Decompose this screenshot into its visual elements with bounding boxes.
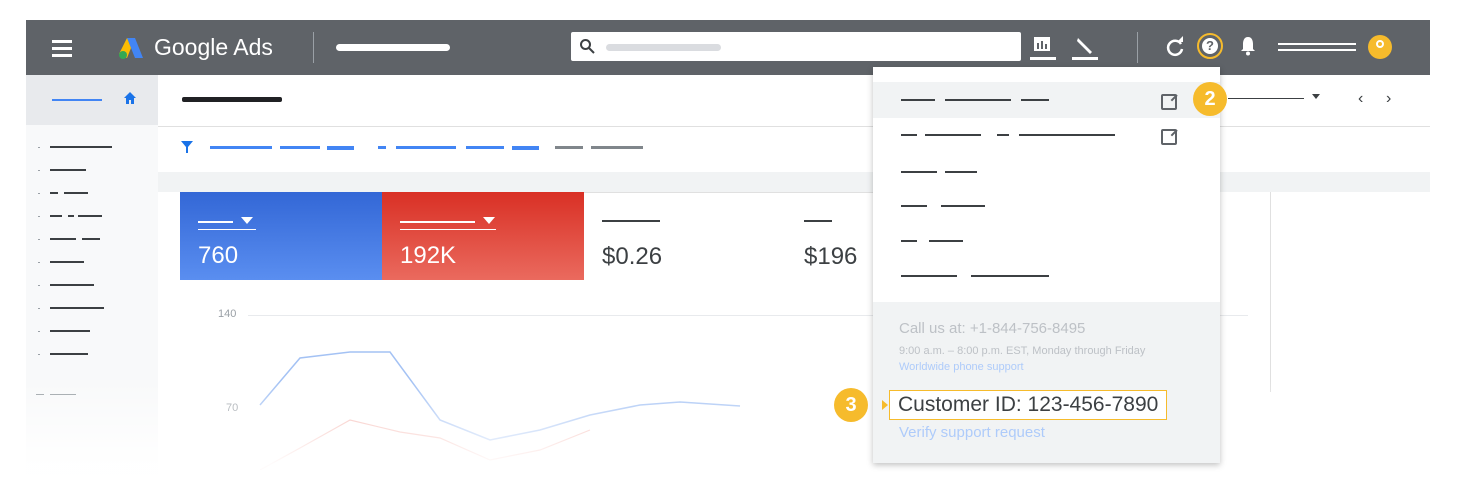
chevron-down-icon[interactable] bbox=[241, 217, 253, 224]
sidebar-overview-item[interactable] bbox=[26, 75, 158, 125]
date-range-selector[interactable] bbox=[1234, 98, 1304, 99]
header-divider bbox=[158, 126, 1430, 127]
filter-chip[interactable] bbox=[396, 146, 456, 149]
trend-line bbox=[259, 351, 741, 470]
metric-card-clicks[interactable]: 760 bbox=[180, 192, 382, 280]
account-avatar[interactable] bbox=[1368, 35, 1392, 59]
help-icon[interactable]: ? bbox=[1197, 33, 1223, 59]
help-menu-item[interactable] bbox=[873, 263, 1220, 299]
search-icon bbox=[580, 39, 595, 54]
open-in-new-icon bbox=[1161, 94, 1177, 110]
metric-value: $196 bbox=[804, 243, 858, 270]
worldwide-support-link[interactable]: Worldwide phone support bbox=[899, 361, 1024, 373]
page-title bbox=[182, 97, 282, 102]
brand-title: Google Ads bbox=[154, 34, 273, 60]
metric-value: 192K bbox=[400, 242, 457, 269]
refresh-icon[interactable] bbox=[1164, 36, 1186, 58]
chevron-down-icon[interactable] bbox=[1312, 94, 1320, 99]
callout-badge-customer-id: 3 bbox=[834, 388, 868, 422]
filter-chip[interactable] bbox=[512, 146, 539, 150]
account-email bbox=[1278, 43, 1356, 45]
prev-period-icon[interactable]: ‹ bbox=[1358, 90, 1363, 108]
sidebar-nav-list[interactable] bbox=[26, 130, 158, 410]
chevron-down-icon[interactable] bbox=[483, 217, 495, 224]
metric-card-avg-cpc[interactable]: $0.26 bbox=[584, 192, 786, 281]
notifications-icon[interactable] bbox=[1240, 36, 1256, 56]
call-us-text: Call us at: +1-844-756-8495 bbox=[899, 320, 1086, 337]
metric-value: 760 bbox=[198, 242, 239, 269]
reports-icon[interactable] bbox=[1030, 34, 1056, 61]
metric-value: $0.26 bbox=[602, 243, 663, 270]
search-placeholder bbox=[606, 44, 721, 51]
y-tick-140: 140 bbox=[218, 308, 237, 320]
support-hours-text: 9:00 a.m. – 8:00 p.m. EST, Monday throug… bbox=[899, 345, 1146, 357]
home-icon bbox=[124, 92, 136, 104]
metric-card-impressions[interactable]: 192K bbox=[382, 192, 584, 280]
help-menu-item[interactable] bbox=[873, 119, 1220, 155]
next-period-icon[interactable]: › bbox=[1386, 90, 1391, 108]
y-tick-70: 70 bbox=[226, 402, 239, 414]
google-ads-logo bbox=[119, 38, 143, 59]
filter-chip[interactable] bbox=[555, 146, 583, 149]
help-menu-item[interactable] bbox=[873, 155, 1220, 191]
filter-chip[interactable] bbox=[210, 146, 272, 149]
filter-chip[interactable] bbox=[327, 146, 354, 150]
filter-chip[interactable] bbox=[466, 146, 504, 149]
search-input[interactable] bbox=[571, 32, 1021, 61]
verify-support-link[interactable]: Verify support request bbox=[899, 424, 1045, 441]
filter-chip[interactable] bbox=[280, 146, 320, 149]
divider bbox=[313, 32, 314, 63]
help-menu-item[interactable] bbox=[873, 227, 1220, 263]
help-menu: Call us at: +1-844-756-8495 9:00 a.m. – … bbox=[873, 67, 1220, 463]
menu-icon[interactable] bbox=[52, 40, 72, 61]
filter-chip[interactable] bbox=[378, 146, 386, 149]
open-in-new-icon bbox=[1161, 129, 1177, 145]
tools-icon[interactable] bbox=[1072, 34, 1098, 61]
account-name[interactable] bbox=[336, 44, 450, 51]
callout-pointer bbox=[882, 400, 888, 410]
content-band bbox=[158, 172, 1430, 192]
help-menu-footer: Call us at: +1-844-756-8495 9:00 a.m. – … bbox=[873, 302, 1220, 463]
help-menu-item[interactable] bbox=[873, 191, 1220, 227]
filter-chip[interactable] bbox=[591, 146, 643, 149]
divider bbox=[1137, 32, 1138, 63]
customer-id: Customer ID: 123-456-7890 bbox=[889, 390, 1168, 420]
account-email bbox=[1278, 49, 1356, 51]
filter-icon[interactable] bbox=[181, 141, 193, 153]
callout-badge-help: 2 bbox=[1193, 82, 1227, 116]
